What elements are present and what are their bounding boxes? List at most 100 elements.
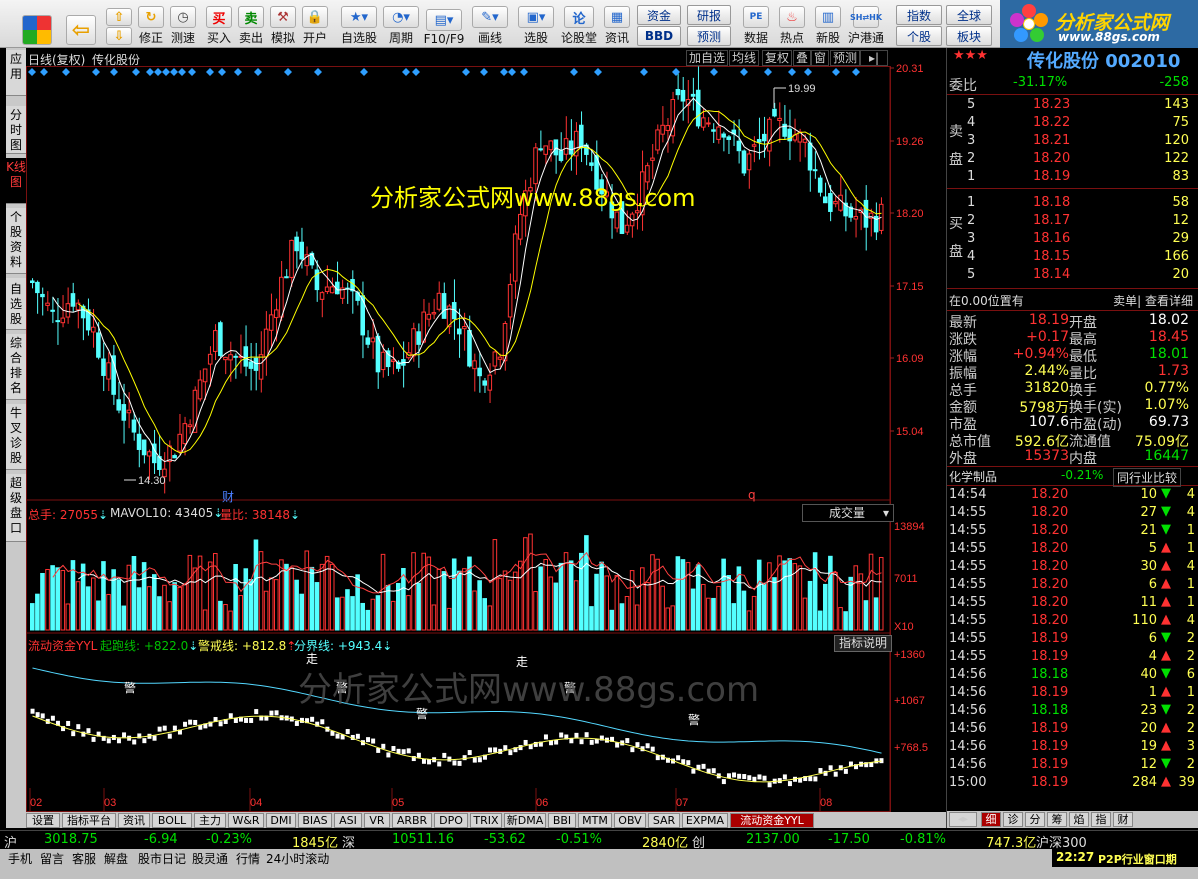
indicator-tab[interactable]: VR (364, 813, 390, 828)
tab-diagnosis[interactable]: 牛叉诊股 (6, 404, 26, 470)
right-panel-tab[interactable]: 诊 (1003, 812, 1023, 827)
right-panel-tab[interactable]: 财 (1113, 812, 1133, 827)
toolbar-news[interactable]: ▦ 资讯 (602, 2, 632, 46)
tab-apps[interactable]: 应用 (6, 50, 26, 96)
bbd-button[interactable]: BBD (637, 26, 681, 46)
index-button[interactable]: 指数 (896, 5, 942, 25)
overlay-button[interactable]: 叠 (793, 50, 812, 66)
taskbar-quotes[interactable]: 行情 (236, 850, 260, 867)
stock-button[interactable]: 个股 (896, 26, 942, 46)
taskbar-analysis[interactable]: 解盘 (104, 850, 128, 867)
indicator-tab[interactable]: W&R (228, 813, 264, 828)
toolbar-ipo[interactable]: ▥ 新股 (813, 2, 843, 46)
app-logo-icon[interactable] (20, 2, 54, 46)
toolbar-period[interactable]: ◔▾ 周期 (382, 2, 420, 46)
tick-price: 18.20 (1031, 613, 1069, 628)
toolbar-hot[interactable]: ♨ 热点 (777, 2, 807, 46)
volume-bar (70, 560, 76, 631)
news-ticker[interactable]: 22:27 P2P行业窗口期 (1052, 849, 1198, 867)
toolbar-watchlist[interactable]: ★▾ 自选股 (338, 2, 380, 46)
toolbar-open-account[interactable]: 🔒 开户 (301, 2, 329, 46)
signal-diamond-icon (188, 68, 196, 76)
toolbar-forum[interactable]: 论 论股堂 (559, 2, 599, 46)
right-panel-tab[interactable]: 焰 (1069, 812, 1089, 827)
forecast-chart-button[interactable]: 预测 (830, 50, 861, 66)
indicator-tab[interactable]: MTM (578, 813, 612, 828)
indicator-tab[interactable]: 设置 (26, 813, 60, 828)
window-button[interactable]: 窗 (811, 50, 830, 66)
nav-arrows-icon[interactable]: ◂▸ (949, 812, 977, 827)
taskbar-diary[interactable]: 股市日记 (138, 850, 186, 867)
candle (823, 182, 828, 204)
tab-ranking[interactable]: 综合排名 (6, 334, 26, 400)
right-panel-tab[interactable]: 细 (981, 812, 1001, 827)
tab-super-quote[interactable]: 超级盘口 (6, 474, 26, 542)
indicator-tab[interactable]: 流动资金YYL (730, 813, 814, 828)
ma-button[interactable]: 均线 (729, 50, 760, 66)
taskbar-rolling[interactable]: 24小时滚动 (266, 850, 329, 867)
q-marker[interactable]: q (748, 488, 756, 502)
right-panel-tab[interactable]: 分 (1025, 812, 1045, 827)
tab-watchlist[interactable]: 自选股 (6, 278, 26, 330)
indicator-tab[interactable]: BOLL (152, 813, 192, 828)
toolbar-sell[interactable]: 卖 卖出 (237, 2, 265, 46)
indicator-tab[interactable]: TRIX (470, 813, 502, 828)
indicator-tab[interactable]: SAR (648, 813, 680, 828)
toolbar-buy[interactable]: 买 买入 (205, 2, 233, 46)
taskbar-mobile[interactable]: 手机 (8, 850, 32, 867)
finance-marker[interactable]: 财 (222, 488, 234, 505)
indicator-tab[interactable]: EXPMA (682, 813, 728, 828)
indicator-tab[interactable]: ASI (334, 813, 362, 828)
industry-name[interactable]: 化学制品 (949, 468, 997, 485)
volume-bar (131, 556, 137, 631)
indicator-tab[interactable]: DMI (266, 813, 296, 828)
tab-profile[interactable]: 个股资料 (6, 208, 26, 274)
toolbar-f10[interactable]: ▤▾ F10/F9 (423, 2, 465, 46)
taskbar-message[interactable]: 留言 (40, 850, 64, 867)
toolbar-simulate[interactable]: ⚒ 模拟 (269, 2, 297, 46)
indicator-tab[interactable]: BIAS (298, 813, 332, 828)
volume-indicator-select[interactable]: 成交量 ▾ (802, 504, 894, 522)
cy-index[interactable]: 2137.00 (746, 832, 800, 847)
indicator-help-button[interactable]: 指标说明 (834, 635, 892, 652)
right-panel-tab[interactable]: 指 (1091, 812, 1111, 827)
global-button[interactable]: 全球 (946, 5, 992, 25)
expand-right-icon[interactable]: ▸| (860, 50, 888, 66)
industry-compare-button[interactable]: 同行业比较 (1113, 468, 1182, 487)
indicator-tab[interactable]: 资讯 (118, 813, 150, 828)
funds-button[interactable]: 资金 (637, 5, 681, 25)
taskbar-service[interactable]: 客服 (72, 850, 96, 867)
newstock-icon: ▥ (815, 6, 841, 28)
indicator-tab[interactable]: ARBR (392, 813, 432, 828)
toolbar-fix[interactable]: ↻ 修正 (137, 2, 165, 46)
tab-intraday[interactable]: 分时图 (6, 106, 26, 154)
adjust-button[interactable]: 复权 (762, 50, 793, 66)
indicator-tab[interactable]: BBI (548, 813, 576, 828)
indicator-tab[interactable]: OBV (614, 813, 646, 828)
taskbar-guling[interactable]: 股灵通 (192, 850, 228, 867)
forecast-button[interactable]: 预测 (687, 26, 731, 46)
research-button[interactable]: 研报 (687, 5, 731, 25)
toolbar-speedtest[interactable]: ◷ 测速 (169, 2, 197, 46)
back-button[interactable]: ⇦ (64, 2, 98, 46)
indicator-dot (366, 737, 371, 743)
indicator-tab[interactable]: 主力 (194, 813, 226, 828)
tab-kline[interactable]: K线图 (6, 158, 26, 204)
toolbar-hk-connect[interactable]: SH⇄HK 沪港通 (845, 2, 887, 46)
right-panel-tab[interactable]: 筹 (1047, 812, 1067, 827)
kline-chart-area[interactable]: 20.31 19.26 18.20 17.15 16.09 15.04 13894 7011 X… (26, 48, 946, 812)
indicator-tab[interactable]: DPO (434, 813, 468, 828)
add-watchlist-button[interactable]: 加自选 (686, 50, 729, 66)
sh-index[interactable]: 3018.75 (44, 832, 98, 847)
indicator-tab[interactable]: 新DMA (504, 813, 546, 828)
toolbar-draw[interactable]: ✎▾ 画线 (470, 2, 510, 46)
toolbar-data[interactable]: PE 数据 (741, 2, 771, 46)
indicator-tab[interactable]: 指标平台 (62, 813, 116, 828)
page-up-button[interactable]: ⇧ ⇩ (104, 2, 134, 46)
detail-link[interactable]: 卖单| 查看详细 (1113, 292, 1193, 309)
sz-index[interactable]: 10511.16 (392, 832, 454, 847)
toolbar-pick-stock[interactable]: ▣▾ 选股 (516, 2, 556, 46)
order-price: 18.20 (1033, 151, 1071, 166)
sector-button[interactable]: 板块 (946, 26, 992, 46)
candle-body (233, 355, 238, 358)
